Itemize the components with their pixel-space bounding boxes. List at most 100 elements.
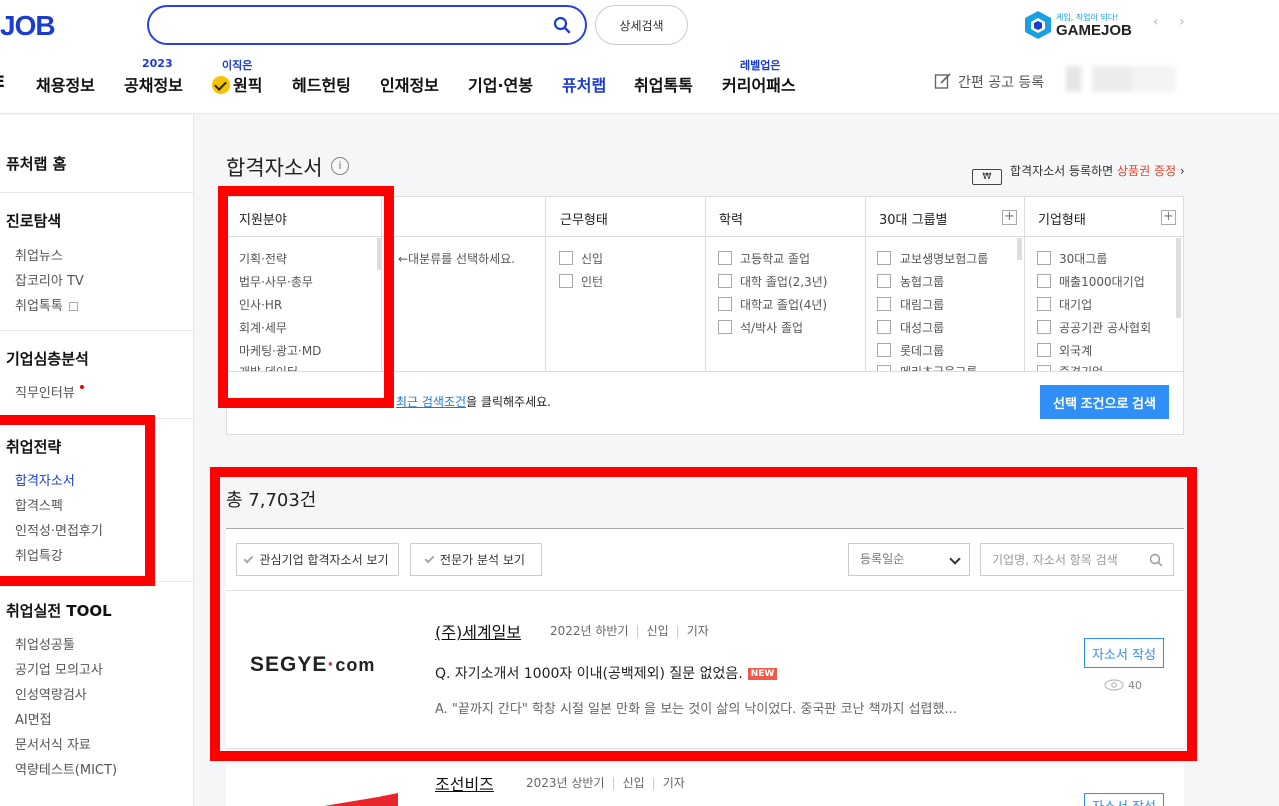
field-item[interactable]: 인사·HR <box>239 296 282 313</box>
expand-company-type-icon[interactable]: + <box>1161 210 1176 225</box>
sort-select[interactable]: 등록일순 <box>848 543 970 576</box>
sidebar-home[interactable]: 퓨처랩 홈 <box>6 153 66 174</box>
expert-analysis-toggle[interactable]: 전문가 분석 보기 <box>410 543 542 576</box>
recent-search-hint: 최근 검색조건을 클릭해주세요. <box>396 395 551 409</box>
nav-company-salary[interactable]: 기업·연봉 <box>468 72 533 96</box>
sidebar-title-tool[interactable]: 취업실전 TOOL <box>6 600 112 621</box>
nav-open-recruit[interactable]: 공채정보 <box>124 72 183 96</box>
nav-onepick[interactable]: 원픽 <box>212 72 262 96</box>
nav-career-path[interactable]: 커리어패스 <box>722 72 796 96</box>
gamejob-banner[interactable]: 게임, 직업이 되다! GAMEJOB <box>1024 10 1134 42</box>
divider <box>227 371 1183 372</box>
sidebar-item-mock-exam[interactable]: 공기업 모의고사 <box>15 659 103 678</box>
company-name-link[interactable]: (주)세계일보 <box>435 619 521 643</box>
recent-search-link[interactable]: 최근 검색조건 <box>396 395 466 409</box>
company-type-label: 외국계 <box>1059 344 1093 358</box>
search-icon[interactable] <box>1149 553 1163 567</box>
question-link[interactable]: Q. 자기소개서 1000자 이내(공백제외) 질문 없었음. NEW <box>435 663 778 683</box>
company-name-link[interactable]: 조선비즈 <box>435 771 494 795</box>
advanced-search-button[interactable]: 상세검색 <box>595 5 688 45</box>
nav-headhunting[interactable]: 헤드헌팅 <box>292 72 351 96</box>
sidebar-item-pass-resume[interactable]: 합격자소서 <box>15 470 75 489</box>
sidebar-item-documents[interactable]: 문서서식 자료 <box>15 734 91 753</box>
nav-talktalk[interactable]: 취업톡톡 <box>634 72 693 96</box>
nav-recruit-info[interactable]: 채용정보 <box>36 72 95 96</box>
sidebar-item-talktalk[interactable]: 취업톡톡 <box>15 295 78 314</box>
results-panel: 관심기업 합격자소서 보기 전문가 분석 보기 등록일순 SEGYE·com (… <box>226 528 1184 806</box>
post-job-link[interactable]: 간편 공고 등록 <box>934 72 1044 92</box>
sidebar-item-aptitude[interactable]: 인적성·면접후기 <box>15 520 103 539</box>
checkbox-edu[interactable] <box>718 251 732 265</box>
nav-sup-2023: 2023 <box>142 57 173 70</box>
info-icon[interactable]: i <box>331 157 349 175</box>
sidebar-item-tv[interactable]: 잡코리아 TV <box>15 270 84 289</box>
list-item[interactable]: 조선비즈 2023년 상반기|신입|기자 자소서 작성 <box>226 763 1184 806</box>
promo-link[interactable]: ₩ 합격자소서 등록하면 상품권 증정 › <box>972 162 1185 185</box>
checkbox-edu[interactable] <box>718 297 732 311</box>
write-resume-button[interactable]: 자소서 작성 <box>1084 638 1164 668</box>
checkbox-group[interactable] <box>877 251 891 265</box>
sidebar-title-company[interactable]: 기업심층분석 <box>6 348 89 369</box>
filter-panel: 지원분야 근무형태 학력 30대 그룹별 + 기업형태 + 기획·전략 법무·사… <box>226 196 1184 435</box>
sidebar-item-ai-interview[interactable]: AI면접 <box>15 709 52 728</box>
field-item[interactable]: 기획·전략 <box>239 250 287 267</box>
sidebar-item-personality[interactable]: 인성역량검사 <box>15 684 87 703</box>
sidebar-item-interview[interactable]: 직무인터뷰 <box>15 382 84 401</box>
checkbox-group[interactable] <box>877 320 891 334</box>
voucher-icon: ₩ <box>972 169 1002 185</box>
nav-futurelab[interactable]: 퓨처랩 <box>562 72 606 96</box>
checkbox-company-type[interactable] <box>1037 320 1051 334</box>
checkbox-group[interactable] <box>877 297 891 311</box>
checkbox-edu[interactable] <box>718 320 732 334</box>
sidebar-title-strategy[interactable]: 취업전략 <box>6 436 61 457</box>
checkbox-intern[interactable] <box>559 274 573 288</box>
sidebar-item-news[interactable]: 취업뉴스 <box>15 245 63 264</box>
keyword-search-input[interactable] <box>992 544 1152 575</box>
checkbox-company-type[interactable] <box>1037 274 1051 288</box>
item-meta: 2023년 상반기 | 신입 | 기자 <box>526 776 685 790</box>
field-scrollbar[interactable] <box>377 238 382 270</box>
list-item[interactable]: SEGYE·com (주)세계일보 2022년 하반기 | 신입 | 기자 Q. 자기소… <box>226 591 1184 748</box>
field-item[interactable]: 회계·세무 <box>239 319 287 336</box>
gamejob-hex-icon <box>1025 11 1051 39</box>
sidebar-item-lecture[interactable]: 취업특강 <box>15 545 63 564</box>
field-item[interactable]: 마케팅·광고·MD <box>239 342 321 359</box>
user-profile-blurred[interactable] <box>1066 66 1176 92</box>
checkbox-company-type[interactable] <box>1037 251 1051 265</box>
checkbox-edu[interactable] <box>718 274 732 288</box>
nav-sup-onepick: 이직은 <box>222 59 253 72</box>
checkbox-new[interactable] <box>559 251 573 265</box>
search-box[interactable] <box>147 5 587 45</box>
banner-arrows[interactable]: ‹ › <box>1153 14 1193 30</box>
new-badge: NEW <box>747 668 778 680</box>
check-icon <box>244 553 254 563</box>
expand-group-icon[interactable]: + <box>1002 210 1017 225</box>
checkbox-company-type[interactable] <box>1037 343 1051 357</box>
field-item[interactable]: 개발·데이터 <box>239 363 298 371</box>
chevron-down-icon <box>949 553 961 565</box>
search-with-conditions-button[interactable]: 선택 조건으로 검색 <box>1040 385 1169 419</box>
search-icon[interactable] <box>553 16 571 34</box>
sidebar-item-pass-spec[interactable]: 합격스펙 <box>15 495 63 514</box>
interest-company-toggle[interactable]: 관심기업 합격자소서 보기 <box>236 543 399 576</box>
keyword-search-box[interactable] <box>980 543 1174 576</box>
nav-talent-info[interactable]: 인재정보 <box>380 72 439 96</box>
checkbox-group[interactable] <box>877 274 891 288</box>
jobkorea-logo[interactable]: JOB <box>0 10 56 42</box>
sidebar-item-success-tool[interactable]: 취업성공툴 <box>15 634 75 653</box>
field-item[interactable]: 법무·사무·총무 <box>239 273 313 290</box>
write-resume-button[interactable]: 자소서 작성 <box>1084 793 1164 806</box>
sidebar-section-company: 기업심층분석 직무인터뷰 <box>0 331 194 419</box>
nav-menu[interactable]: E <box>0 72 5 91</box>
group-label: 교보생명보험그룹 <box>900 252 989 266</box>
company-type-scrollbar[interactable] <box>1176 238 1181 318</box>
checkbox-company-type[interactable] <box>1037 297 1051 311</box>
group-scrollbar[interactable] <box>1017 238 1022 260</box>
nav-sup-career: 레벨업은 <box>740 59 781 72</box>
sidebar-item-mict[interactable]: 역량테스트(MICT) <box>15 759 117 778</box>
search-input[interactable] <box>167 7 547 43</box>
filter-title-group: 30대 그룹별 <box>879 213 948 228</box>
checkbox-group[interactable] <box>877 343 891 357</box>
answer-preview[interactable]: A. "끝까지 간다" 학창 시절 일본 만화 을 보는 것이 삶의 낙이었다.… <box>435 698 957 717</box>
sidebar-title-career[interactable]: 진로탐색 <box>6 210 61 231</box>
